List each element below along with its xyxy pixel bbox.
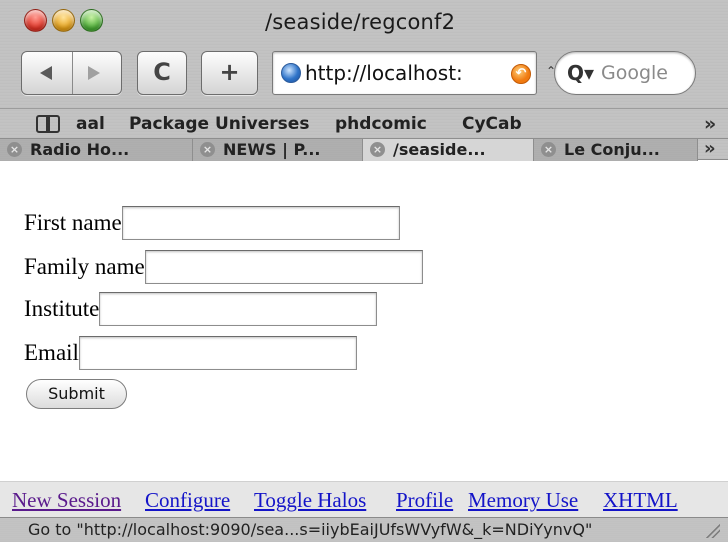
institute-field[interactable] [99, 292, 378, 326]
url-text: http://localhost: [305, 61, 463, 85]
close-tab-icon[interactable]: × [200, 142, 215, 157]
tab-label: NEWS | P... [223, 140, 321, 159]
family-name-label: Family name [24, 254, 145, 279]
tab-label: /seaside... [393, 140, 486, 159]
bookmark-item[interactable]: Package Universes [129, 114, 309, 134]
resize-grip-icon[interactable] [704, 522, 720, 538]
status-bar: Go to "http://localhost:9090/sea...s=iiy… [0, 517, 728, 542]
memory-use-link[interactable]: Memory Use [468, 488, 578, 513]
first-name-row: First name [24, 205, 400, 241]
back-forward-buttons [21, 51, 122, 95]
search-input[interactable]: Q▾ Google [554, 51, 696, 95]
tab-seaside[interactable]: × /seaside... [363, 139, 534, 161]
submit-button[interactable]: Submit [26, 379, 127, 409]
family-name-row: Family name [24, 249, 423, 285]
close-window-button[interactable] [24, 9, 47, 32]
globe-icon [281, 63, 301, 83]
browser-chrome: /seaside/regconf2 C + http://localhost: … [0, 0, 728, 161]
forward-arrow-icon[interactable] [88, 66, 100, 80]
search-icon[interactable]: Q▾ [567, 61, 594, 85]
bookmark-item[interactable]: aal [76, 114, 105, 134]
tab-label: Le Conju... [564, 140, 660, 159]
family-name-field[interactable] [144, 250, 423, 284]
xhtml-link[interactable]: XHTML [603, 488, 678, 513]
email-label: Email [24, 340, 79, 365]
close-tab-icon[interactable]: × [7, 142, 22, 157]
plus-icon: + [219, 58, 240, 86]
tab-news[interactable]: × NEWS | P... [193, 139, 363, 161]
reload-icon: C [153, 58, 171, 86]
close-tab-icon[interactable]: × [541, 142, 556, 157]
add-bookmark-button[interactable]: + [201, 51, 258, 95]
close-tab-icon[interactable]: × [370, 142, 385, 157]
tab-radio[interactable]: × Radio Ho... [0, 139, 193, 161]
profile-link[interactable]: Profile [396, 488, 453, 513]
institute-label: Institute [24, 296, 100, 321]
address-bar[interactable]: http://localhost: ↶ [272, 51, 537, 95]
tab-conjugaison[interactable]: × Le Conju... [534, 139, 698, 161]
email-field[interactable] [78, 336, 357, 370]
bookmark-item[interactable]: phdcomic [335, 114, 427, 134]
configure-link[interactable]: Configure [145, 488, 230, 513]
minimize-window-button[interactable] [52, 9, 75, 32]
title-bar: /seaside/regconf2 [0, 0, 728, 44]
tab-bar: × Radio Ho... × NEWS | P... × /seaside..… [0, 138, 728, 161]
divider [72, 52, 73, 94]
first-name-label: First name [24, 210, 122, 235]
institute-row: Institute [24, 291, 378, 327]
search-placeholder: Google [601, 62, 669, 84]
zoom-window-button[interactable] [80, 9, 103, 32]
page-content: First name Family name Institute Email S… [0, 161, 728, 481]
new-session-link[interactable]: New Session [12, 488, 121, 513]
snapback-icon[interactable]: ↶ [511, 64, 531, 84]
email-row: Email [24, 335, 357, 371]
seaside-toolbar: New Session Configure Toggle Halos Profi… [0, 481, 728, 517]
status-text: Go to "http://localhost:9090/sea...s=iiy… [28, 520, 593, 539]
tabs-overflow-icon[interactable]: » [704, 138, 716, 159]
reload-button[interactable]: C [137, 51, 187, 95]
toggle-halos-link[interactable]: Toggle Halos [254, 488, 366, 513]
navigation-toolbar: C + http://localhost: ↶ ⌃ Q▾ Google [0, 44, 728, 108]
tab-label: Radio Ho... [30, 140, 130, 159]
book-icon[interactable] [36, 113, 60, 133]
bookmarks-overflow-icon[interactable]: » [704, 113, 716, 135]
first-name-field[interactable] [121, 206, 400, 240]
back-arrow-icon[interactable] [40, 66, 52, 80]
bookmark-item[interactable]: CyCab [462, 114, 522, 134]
bookmarks-bar: aal Package Universes phdcomic CyCab » [0, 108, 728, 138]
window-title: /seaside/regconf2 [265, 10, 456, 34]
